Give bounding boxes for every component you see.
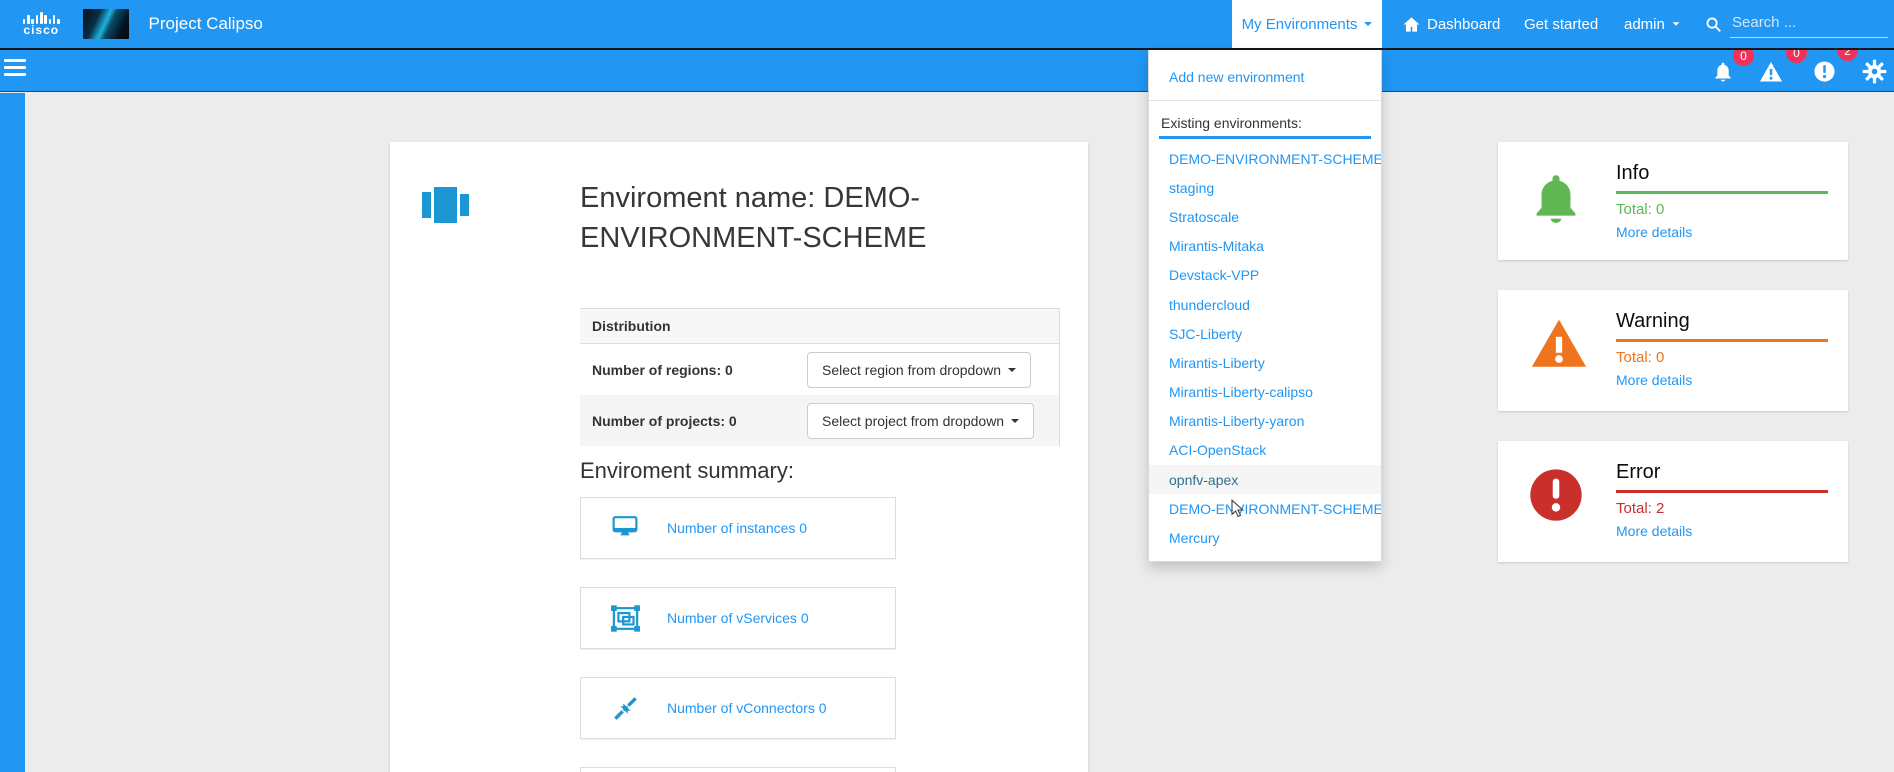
vservices-link[interactable]: Number of vServices 0 <box>667 610 809 626</box>
error-card: Error Total: 2 More details <box>1498 441 1848 562</box>
environment-item[interactable]: thundercloud <box>1149 290 1381 319</box>
home-icon <box>1402 15 1421 34</box>
select-project-label: Select project from dropdown <box>822 413 1004 429</box>
mouse-cursor <box>1225 498 1246 519</box>
error-circle-icon <box>1528 461 1616 544</box>
projects-row: Number of projects: 0 Select project fro… <box>580 395 1059 446</box>
nav-dashboard-label: Dashboard <box>1427 16 1500 33</box>
dropdown-header-rule <box>1159 136 1371 139</box>
nav-get-started-link[interactable]: Get started <box>1524 0 1598 48</box>
environment-item-hovered[interactable]: opnfv-apex <box>1149 465 1381 494</box>
nav-admin-menu[interactable]: admin <box>1624 0 1680 48</box>
my-environments-toggle[interactable]: My Environments <box>1232 0 1382 48</box>
environment-summary-heading: Enviroment summary: <box>580 458 794 484</box>
search-area <box>1705 0 1888 48</box>
caret-down-icon <box>1364 22 1372 26</box>
nav-admin-label: admin <box>1624 16 1665 33</box>
environment-icon <box>422 187 470 223</box>
brand-thumbnail <box>83 9 129 39</box>
distribution-table: Distribution Number of regions: 0 Select… <box>580 308 1060 446</box>
sidebar-strip <box>0 93 25 772</box>
search-icon <box>1705 16 1722 33</box>
warning-more-details-link[interactable]: More details <box>1616 372 1828 388</box>
environment-item[interactable]: DEMO-ENVIRONMENT-SCHEME <box>1149 494 1381 523</box>
error-more-details-link[interactable]: More details <box>1616 523 1828 539</box>
environment-item[interactable]: Mirantis-Liberty-calipso <box>1149 378 1381 407</box>
nav-dashboard-link[interactable]: Dashboard <box>1402 0 1500 48</box>
add-new-environment-link[interactable]: Add new environment <box>1149 62 1381 92</box>
caret-down-icon <box>1011 419 1019 423</box>
instances-summary-card[interactable]: Number of instances 0 <box>580 497 896 559</box>
vconnectors-compress-icon <box>607 695 643 722</box>
vconnectors-summary-card[interactable]: Number of vConnectors 0 <box>580 677 896 739</box>
instances-link[interactable]: Number of instances 0 <box>667 520 807 536</box>
search-input[interactable] <box>1730 11 1888 38</box>
vservices-summary-card[interactable]: Number of vServices 0 <box>580 587 896 649</box>
distribution-header: Distribution <box>580 308 1059 344</box>
vservices-group-icon <box>607 603 643 634</box>
instances-monitor-icon <box>607 515 643 541</box>
cisco-logo-text: cisco <box>23 25 59 36</box>
notifications-bell-icon[interactable] <box>1712 60 1734 89</box>
error-card-title: Error <box>1616 461 1828 493</box>
brand-area: cisco Project Calipso <box>22 0 263 48</box>
select-region-dropdown-button[interactable]: Select region from dropdown <box>807 352 1031 388</box>
environment-item[interactable]: Mercury <box>1149 523 1381 552</box>
my-environments-label: My Environments <box>1242 16 1358 33</box>
status-bar <box>0 50 1894 92</box>
select-project-dropdown-button[interactable]: Select project from dropdown <box>807 403 1034 439</box>
top-navbar: cisco Project Calipso My Environments Da… <box>0 0 1894 48</box>
caret-down-icon <box>1008 368 1016 372</box>
status-cards-column: Info Total: 0 More details Warning Total… <box>1498 142 1848 562</box>
info-bell-icon <box>1528 162 1616 242</box>
info-card: Info Total: 0 More details <box>1498 142 1848 260</box>
info-more-details-link[interactable]: More details <box>1616 224 1828 240</box>
warning-triangle-icon <box>1528 310 1616 393</box>
regions-row: Number of regions: 0 Select region from … <box>580 344 1059 395</box>
errors-circle-icon[interactable] <box>1813 60 1836 88</box>
settings-gear-icon[interactable] <box>1862 59 1887 89</box>
caret-down-icon <box>1672 22 1679 25</box>
vconnectors-link[interactable]: Number of vConnectors 0 <box>667 700 827 716</box>
warnings-triangle-icon[interactable] <box>1758 60 1784 89</box>
warning-card-total: Total: 0 <box>1616 349 1828 366</box>
environment-item[interactable]: Mirantis-Mitaka <box>1149 232 1381 261</box>
existing-environments-header: Existing environments: <box>1149 109 1381 136</box>
environments-dropdown-menu: Add new environment Existing environment… <box>1148 50 1382 562</box>
environment-item[interactable]: Mirantis-Liberty-yaron <box>1149 407 1381 436</box>
environment-item[interactable]: SJC-Liberty <box>1149 319 1381 348</box>
environment-item[interactable]: Devstack-VPP <box>1149 261 1381 290</box>
environment-item[interactable]: ACI-OpenStack <box>1149 436 1381 465</box>
app-title: Project Calipso <box>149 14 263 34</box>
environment-title: Enviroment name: DEMO-ENVIRONMENT-SCHEME <box>580 178 1030 258</box>
warning-card-title: Warning <box>1616 310 1828 342</box>
menu-hamburger-icon[interactable] <box>4 59 26 80</box>
environment-item[interactable]: staging <box>1149 173 1381 202</box>
dropdown-divider <box>1149 100 1381 101</box>
environment-item[interactable]: Mirantis-Liberty <box>1149 348 1381 377</box>
select-region-label: Select region from dropdown <box>822 362 1001 378</box>
info-card-title: Info <box>1616 162 1828 194</box>
environment-item[interactable]: Stratoscale <box>1149 202 1381 231</box>
projects-label: Number of projects: 0 <box>592 413 807 429</box>
warning-card: Warning Total: 0 More details <box>1498 290 1848 411</box>
summary-card-partial[interactable] <box>580 767 896 772</box>
regions-label: Number of regions: 0 <box>592 362 807 378</box>
info-card-total: Total: 0 <box>1616 201 1828 218</box>
error-card-total: Total: 2 <box>1616 500 1828 517</box>
cisco-logo: cisco <box>22 12 61 36</box>
navbar-separator <box>0 48 1894 50</box>
environment-item[interactable]: DEMO-ENVIRONMENT-SCHEME <box>1149 144 1381 173</box>
